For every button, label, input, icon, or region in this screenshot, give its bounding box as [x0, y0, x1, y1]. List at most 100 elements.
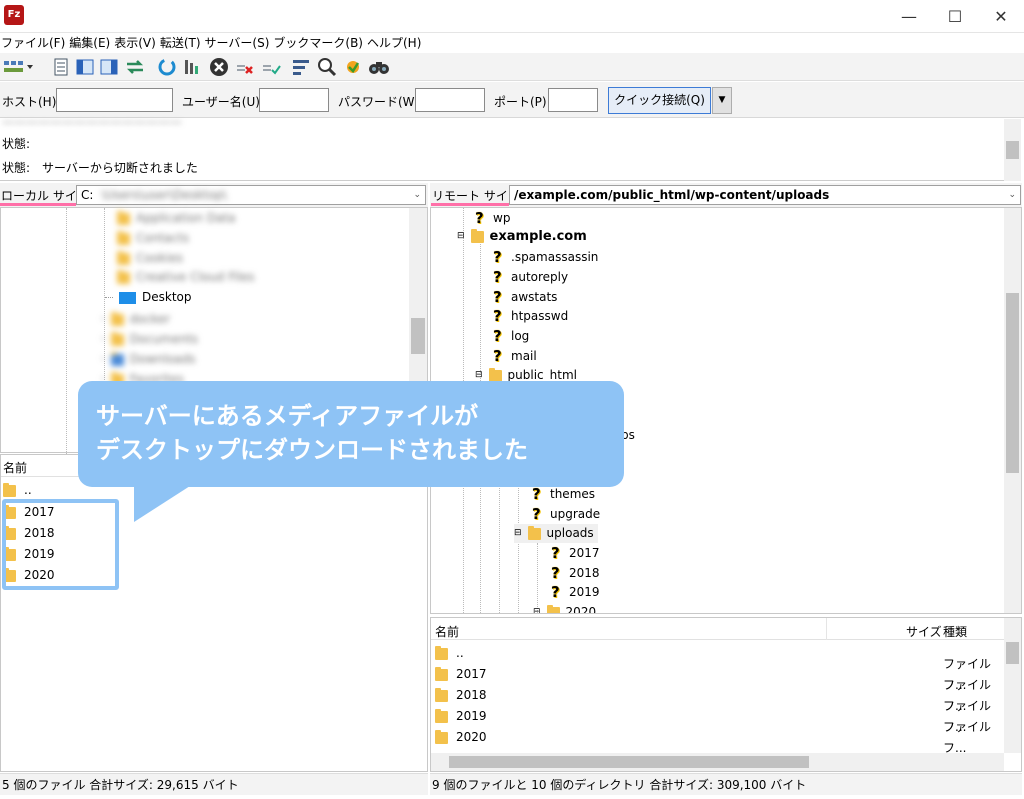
- minimize-button[interactable]: —: [886, 0, 932, 33]
- transfer-queue-icon[interactable]: [124, 56, 146, 78]
- filter-icon[interactable]: [290, 56, 312, 78]
- log-label: 状態:: [2, 137, 31, 151]
- local-tree-item[interactable]: › Documents: [101, 330, 198, 349]
- remote-tree-item[interactable]: ? autoreply: [493, 268, 568, 287]
- remote-tree-item[interactable]: ⊟ 2020: [533, 603, 596, 613]
- remote-file-row[interactable]: 2020 ファイル フ...: [435, 720, 1005, 755]
- menu-bookmarks[interactable]: ブックマーク(B): [272, 33, 366, 53]
- remote-tree-item[interactable]: ? 2018: [551, 564, 600, 583]
- chevron-down-icon[interactable]: ⌄: [1008, 186, 1016, 204]
- unknown-folder-icon: ?: [493, 347, 502, 365]
- toolbar: [0, 53, 1024, 81]
- site-manager-icon[interactable]: [2, 56, 34, 78]
- host-input[interactable]: [56, 88, 173, 112]
- remote-list-hscrollbar[interactable]: [431, 753, 1004, 771]
- search-binoculars-icon[interactable]: [368, 56, 390, 78]
- remote-tree-item[interactable]: ? upgrade: [532, 505, 600, 524]
- remote-tree-item[interactable]: ? wp: [475, 209, 510, 228]
- callout-tail: [134, 486, 190, 522]
- local-column-name[interactable]: 名前: [3, 459, 27, 476]
- remote-list-vscrollbar[interactable]: [1004, 618, 1021, 753]
- maximize-button[interactable]: ☐: [932, 0, 978, 33]
- remote-tree-item[interactable]: ? .spamassassin: [493, 248, 598, 267]
- remote-status-bar: 9 個のファイルと 10 個のディレクトリ 合計サイズ: 309,100 バイト: [430, 773, 1022, 795]
- remote-column-type[interactable]: 種類: [943, 623, 967, 640]
- callout-line2: デスクトップにダウンロードされました: [96, 436, 528, 464]
- remote-tree-item[interactable]: ? log: [493, 327, 529, 346]
- username-input[interactable]: [259, 88, 329, 112]
- tree-collapse-icon: ⊟: [457, 231, 465, 241]
- remote-site-highlight: [431, 203, 509, 206]
- menu-view[interactable]: 表示(V): [113, 33, 159, 53]
- remote-list-vscroll-thumb[interactable]: [1006, 642, 1019, 664]
- remote-tree-item[interactable]: ? 2017: [551, 544, 600, 563]
- log-line: 状態: サーバーから切断されました: [2, 159, 198, 176]
- remote-file-row[interactable]: 2018 ファイル フ...: [435, 678, 1005, 713]
- tree-collapse-icon: ⊟: [514, 528, 522, 538]
- menu-help[interactable]: ヘルプ(H): [366, 33, 424, 53]
- local-tree-item[interactable]: Application Data: [117, 209, 236, 228]
- chevron-down-icon[interactable]: ⌄: [413, 186, 421, 204]
- menu-bar: ファイル(F) 編集(E) 表示(V) 転送(T) サーバー(S) ブックマーク(B) ヘル…: [0, 33, 1024, 53]
- menu-server[interactable]: サーバー(S): [204, 33, 273, 53]
- cancel-operation-icon[interactable]: [208, 56, 230, 78]
- password-input[interactable]: [415, 88, 485, 112]
- local-tree-item-desktop[interactable]: Desktop: [105, 288, 192, 307]
- sort-ascending-icon: ^: [625, 617, 633, 625]
- remote-file-row[interactable]: 2019 ファイル フ...: [435, 699, 1005, 734]
- local-path-rest: \Users\user\Desktop\: [101, 188, 227, 202]
- local-tree-item[interactable]: › Downloads: [101, 350, 196, 369]
- remote-file-list: 名前 ^ サイズ 種類 .. 2017 ファイル フ... 2018 ファイル フ.…: [430, 617, 1022, 772]
- local-path-input[interactable]: C: \Users\user\Desktop\ ⌄: [76, 185, 426, 205]
- log-scroll-thumb[interactable]: [1006, 141, 1019, 159]
- toggle-log-icon[interactable]: [50, 56, 72, 78]
- port-input[interactable]: [548, 88, 598, 112]
- local-file-row[interactable]: ..: [3, 480, 32, 501]
- close-button[interactable]: ✕: [978, 0, 1024, 33]
- remote-file-row[interactable]: ..: [435, 643, 464, 664]
- remote-tree-item[interactable]: ? mail: [493, 347, 537, 366]
- remote-tree-scrollbar[interactable]: [1004, 208, 1021, 613]
- remote-tree-item[interactable]: ? themes: [532, 485, 595, 504]
- callout-bubble: サーバーにあるメディアファイルが デスクトップにダウンロードされました: [78, 381, 624, 487]
- unknown-folder-icon: ?: [532, 505, 541, 523]
- local-tree-item[interactable]: Cookies: [117, 249, 183, 268]
- quickconnect-button[interactable]: クイック接続(Q): [608, 87, 711, 114]
- remote-tree-item-uploads[interactable]: ⊟ uploads: [514, 524, 598, 543]
- log-scrollbar[interactable]: [1004, 119, 1021, 181]
- local-tree-scroll-thumb[interactable]: [411, 318, 425, 354]
- disconnect-icon[interactable]: [234, 56, 256, 78]
- remote-tree-item[interactable]: ? 2019: [551, 583, 600, 602]
- remote-tree-scroll-thumb[interactable]: [1006, 293, 1019, 473]
- menu-transfer[interactable]: 転送(T): [159, 33, 204, 53]
- remote-path-input[interactable]: /example.com/public_html/wp-content/uplo…: [509, 185, 1021, 205]
- remote-file-row[interactable]: 2017 ファイル フ...: [435, 657, 1005, 692]
- message-log: ——————————————— 状態: 状態: サーバーから切断されました: [0, 115, 1020, 181]
- sync-browse-icon[interactable]: [342, 56, 364, 78]
- remote-path-bar: リモート サイト: /example.com/public_html/wp-co…: [430, 183, 1022, 207]
- refresh-icon[interactable]: [156, 56, 178, 78]
- unknown-folder-icon: ?: [493, 248, 502, 266]
- username-label: ユーザー名(U):: [182, 95, 264, 109]
- compare-icon[interactable]: [316, 56, 338, 78]
- port-label: ポート(P):: [494, 95, 551, 109]
- remote-tree-item[interactable]: ? htpasswd: [493, 307, 568, 326]
- unknown-folder-icon: ?: [551, 544, 560, 562]
- process-queue-icon[interactable]: [182, 56, 204, 78]
- remote-list-hscroll-thumb[interactable]: [449, 756, 809, 768]
- remote-tree-item-domain[interactable]: ⊟ example.com: [457, 227, 587, 246]
- toggle-remote-tree-icon[interactable]: [98, 56, 120, 78]
- remote-tree-item[interactable]: ? awstats: [493, 288, 557, 307]
- remote-column-size[interactable]: サイズ: [906, 623, 942, 640]
- remote-column-name[interactable]: 名前: [435, 623, 459, 640]
- reconnect-icon[interactable]: [260, 56, 282, 78]
- unknown-folder-icon: ?: [532, 485, 541, 503]
- menu-file[interactable]: ファイル(F): [0, 33, 68, 53]
- local-tree-item[interactable]: Contacts: [117, 229, 189, 248]
- local-tree-item[interactable]: › docker: [101, 310, 170, 329]
- toggle-local-tree-icon[interactable]: [74, 56, 96, 78]
- remote-list-header: 名前 ^ サイズ 種類: [431, 618, 1021, 640]
- quickconnect-dropdown-button[interactable]: ▼: [712, 87, 732, 114]
- menu-edit[interactable]: 編集(E): [68, 33, 113, 53]
- local-tree-item[interactable]: Creative Cloud Files: [117, 268, 255, 287]
